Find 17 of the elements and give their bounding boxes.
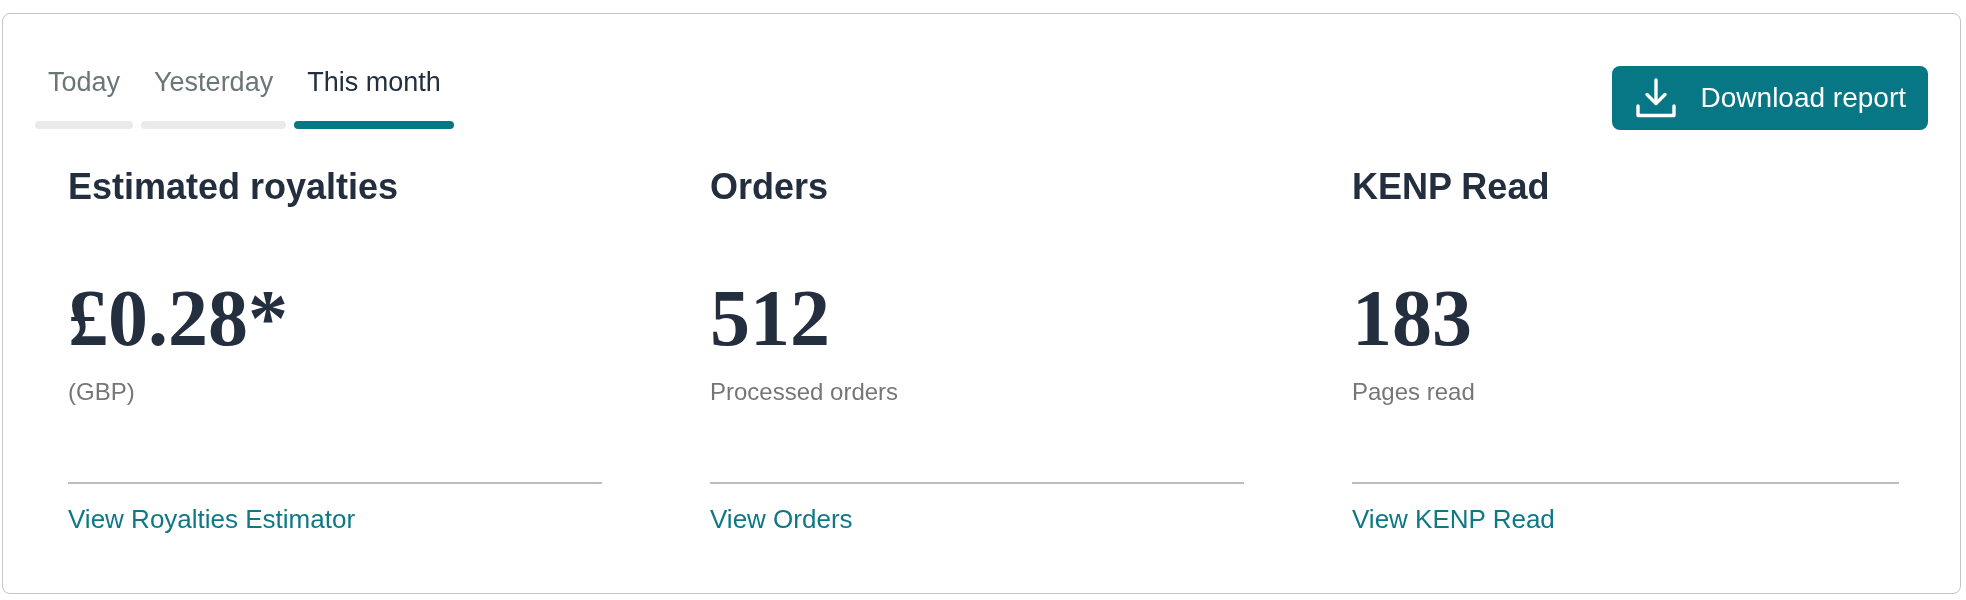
metric-caption: (GBP) [68, 377, 136, 407]
period-tab[interactable]: This month [294, 66, 454, 130]
metric-value: £0.28* [68, 274, 289, 362]
metric-link[interactable]: View KENP Read [1352, 502, 1555, 536]
metric-link[interactable]: View Royalties Estimator [68, 502, 356, 536]
download-report-button[interactable]: Download report [1611, 66, 1928, 130]
period-tab[interactable]: Today [35, 66, 134, 130]
metric-caption: Pages read [1352, 377, 1476, 407]
metric-value: 512 [710, 274, 831, 362]
metric-title: Orders [710, 165, 830, 209]
download-icon [1635, 78, 1676, 118]
metric-title: KENP Read [1352, 165, 1551, 209]
metric-value: 183 [1352, 274, 1473, 362]
metric-link[interactable]: View Orders [710, 502, 853, 536]
metric-caption: Processed orders [710, 377, 900, 407]
metric-title: Estimated royalties [68, 165, 400, 209]
period-tab[interactable]: Yesterday [141, 66, 287, 130]
